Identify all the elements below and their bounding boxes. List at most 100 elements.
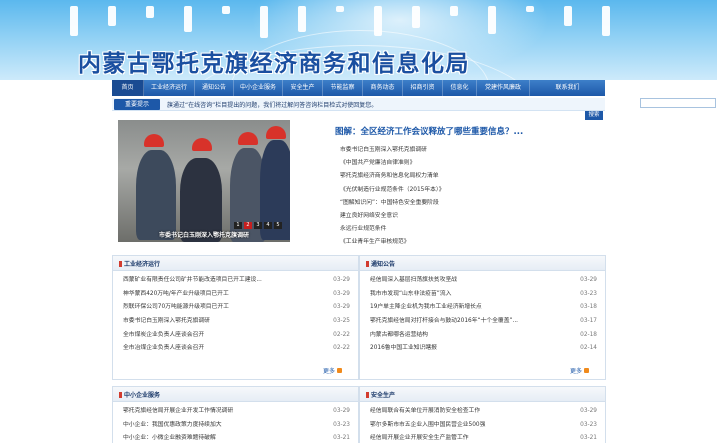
row-title[interactable]: 2016鲁中国工业知识瞎报	[370, 342, 565, 356]
table-row[interactable]: 我市市发现“山东非法疫苗”流入 03-23	[370, 288, 597, 302]
row-date: 03-23	[333, 421, 350, 428]
nav-item-home[interactable]: 首页	[112, 80, 144, 96]
table-row[interactable]: 经信局深入基层扫荡旗扶贫攻坚战 03-29	[370, 274, 597, 288]
row-date: 03-29	[580, 277, 597, 283]
row-date: 03-23	[580, 290, 597, 297]
list-item[interactable]: 《光伏制造行业规范条件（2015年本）》	[340, 184, 600, 197]
row-title[interactable]: 西蒙矿业有限责任公司矿井节能改造项目已开工建设...	[123, 274, 318, 288]
nav-item-informatization[interactable]: 信息化	[443, 80, 477, 96]
row-title[interactable]: 中小企业：小微企业融资难题待破解	[123, 432, 318, 443]
photo-helmet	[266, 126, 286, 139]
list-item[interactable]: 市委书记白玉刚深入鄂托克旗调研	[340, 144, 600, 157]
notice-text: 旗通过“在线咨询”栏目提出的问题，我们将过解问答咨询栏目检式对使回复您。	[167, 102, 378, 109]
photo-helmet	[144, 134, 164, 147]
row-title[interactable]: 经信局深入基层扫荡旗扶贫攻坚战	[370, 274, 565, 288]
header-banner: 内蒙古鄂托克旗经济商务和信息化局	[0, 0, 717, 80]
list-item[interactable]: “图解知识问”：中国特色安全重要阶段	[340, 197, 600, 210]
table-row[interactable]: 鄂尔多斯市市五企业入围中国民营企业500强 03-23	[370, 419, 597, 433]
search-button[interactable]: 搜索	[585, 111, 603, 120]
nav-item-safety[interactable]: 安全生产	[283, 80, 323, 96]
panel-title[interactable]: 中小企业服务	[119, 390, 160, 399]
site-title: 内蒙古鄂托克旗经济商务和信息化局	[78, 51, 470, 77]
table-row[interactable]: 市委书记白玉刚深入鄂托克旗调研 03-25	[123, 315, 350, 329]
row-title[interactable]: 鄂托克旗经信局对打杆接合与鼓动2016年“十个全覆盖”...	[370, 315, 565, 329]
nav-item-industry[interactable]: 工业经济运行	[144, 80, 195, 96]
list-item[interactable]: 《工业青年生产审核规范》	[340, 236, 600, 249]
row-title[interactable]: 鄂尔多斯市市五企业入围中国民营企业500强	[370, 419, 565, 433]
row-date: 03-23	[580, 421, 597, 428]
notice-bar: 重要提示 旗通过“在线咨询”栏目提出的问题，我们将过解问答咨询栏目检式对使回复您…	[112, 98, 716, 111]
row-date: 03-17	[580, 318, 597, 325]
table-row[interactable]: 19户单主降企业机为我市工业经济新增长点 03-18	[370, 301, 597, 315]
row-title[interactable]: 神华蒙西420万吨/年产业升级项目已开工	[123, 288, 318, 302]
nav-item-commerce[interactable]: 商务动态	[363, 80, 403, 96]
table-row[interactable]: 经信局联合有关单位开展消防安全检查工作 03-29	[370, 405, 597, 419]
table-row[interactable]: 西蒙矿业有限责任公司矿井节能改造项目已开工建设... 03-29	[123, 274, 350, 288]
row-date: 03-29	[333, 304, 350, 311]
more-link[interactable]: 更多	[570, 366, 589, 375]
row-date: 03-29	[333, 408, 350, 414]
table-row[interactable]: 经信局开展企业开展安全生产监管工作 03-21	[370, 432, 597, 443]
panel-header: 通知公告	[360, 256, 605, 271]
row-title[interactable]: 19户单主降企业机为我市工业经济新增长点	[370, 301, 565, 315]
slide-dot[interactable]: 3	[254, 222, 262, 229]
feature-list: 市委书记白玉刚深入鄂托克旗调研 《中国共产党廉洁自律准则》 鄂托克旗经济商务和信…	[340, 144, 600, 250]
row-date: 03-29	[580, 408, 597, 414]
panel-safety: 安全生产 经信局联合有关单位开展消防安全检查工作 03-29 鄂尔多斯市市五企业入…	[359, 386, 606, 443]
nav-item-energy[interactable]: 节能监察	[323, 80, 363, 96]
row-date: 02-18	[580, 331, 597, 338]
feature-headline[interactable]: 图解：全区经济工作会议释放了哪些重要信息？...	[335, 125, 523, 137]
row-date: 02-22	[333, 345, 350, 352]
panel-title[interactable]: 通知公告	[366, 259, 395, 268]
list-item[interactable]: 鄂托克旗经济商务和信息化局权力清单	[340, 170, 600, 183]
table-row[interactable]: 神华蒙西420万吨/年产业升级项目已开工 03-29	[123, 288, 350, 302]
row-title[interactable]: 经信局开展企业开展安全生产监管工作	[370, 432, 565, 443]
panel-industry: 工业经济运行 西蒙矿业有限责任公司矿井节能改造项目已开工建设... 03-29 神…	[112, 255, 359, 380]
row-title[interactable]: 中小企业：我国优惠政策力度持续加大	[123, 419, 318, 433]
row-date: 02-22	[333, 331, 350, 338]
feature-photo[interactable]: 1 2 3 4 5 市委书记白玉刚深入鄂托克旗调研	[118, 120, 290, 242]
table-row[interactable]: 全市冶煤企业负责人座谈会召开 02-22	[123, 342, 350, 356]
list-item[interactable]: 《中国共产党廉洁自律准则》	[340, 157, 600, 170]
row-title[interactable]: 鄂托克旗经信局开展企业开发工作情况调研	[123, 405, 318, 419]
row-title[interactable]: 内蒙古都哪各运营结构	[370, 329, 565, 343]
nav-item-party[interactable]: 党建作风廉政	[477, 80, 530, 96]
nav-item-sme[interactable]: 中小企业服务	[234, 80, 283, 96]
nav-item-contact[interactable]: 联系我们	[530, 80, 605, 96]
panel-header: 安全生产	[360, 387, 605, 402]
search-input[interactable]	[640, 98, 716, 108]
panel-header: 工业经济运行	[113, 256, 358, 271]
photo-caption[interactable]: 市委书记白玉刚深入鄂托克旗调研	[118, 230, 290, 242]
table-row[interactable]: 2016鲁中国工业知识瞎报 02-14	[370, 342, 597, 356]
list-item[interactable]: 建立良好网络安全意识	[340, 210, 600, 223]
table-row[interactable]: 内蒙古都哪各运营结构 02-18	[370, 329, 597, 343]
panel-title[interactable]: 安全生产	[366, 390, 395, 399]
slide-dot[interactable]: 4	[264, 222, 272, 229]
panel-title[interactable]: 工业经济运行	[119, 259, 160, 268]
slide-dot[interactable]: 1	[234, 222, 242, 229]
table-row[interactable]: 中小企业：小微企业融资难题待破解 03-21	[123, 432, 350, 443]
row-title[interactable]: 烈联环保公司70万吨能源升级项目已开工	[123, 301, 318, 315]
row-title[interactable]: 全市煤炭企业负责人座谈会召开	[123, 329, 318, 343]
slide-dot[interactable]: 2	[244, 222, 252, 229]
photo-helmet	[238, 132, 258, 145]
row-date: 03-25	[333, 318, 350, 325]
row-title[interactable]: 我市市发现“山东非法疫苗”流入	[370, 288, 565, 302]
row-date: 02-14	[580, 345, 597, 352]
table-row[interactable]: 烈联环保公司70万吨能源升级项目已开工 03-29	[123, 301, 350, 315]
main-nav: 首页 工业经济运行 通知公告 中小企业服务 安全生产 节能监察 商务动态 招商引…	[112, 80, 605, 96]
nav-item-investment[interactable]: 招商引资	[403, 80, 443, 96]
more-link[interactable]: 更多	[323, 366, 342, 375]
table-row[interactable]: 中小企业：我国优惠政策力度持续加大 03-23	[123, 419, 350, 433]
list-item[interactable]: 永远行业规范条件	[340, 223, 600, 236]
nav-item-notices[interactable]: 通知公告	[195, 80, 234, 96]
table-row[interactable]: 鄂托克旗经信局对打杆接合与鼓动2016年“十个全覆盖”... 03-17	[370, 315, 597, 329]
row-title[interactable]: 经信局联合有关单位开展消防安全检查工作	[370, 405, 565, 419]
table-row[interactable]: 全市煤炭企业负责人座谈会召开 02-22	[123, 329, 350, 343]
table-row[interactable]: 鄂托克旗经信局开展企业开发工作情况调研 03-29	[123, 405, 350, 419]
slide-pager: 1 2 3 4 5	[234, 222, 282, 229]
slide-dot[interactable]: 5	[274, 222, 282, 229]
mongolian-script	[70, 6, 610, 42]
row-title[interactable]: 全市冶煤企业负责人座谈会召开	[123, 342, 318, 356]
row-title[interactable]: 市委书记白玉刚深入鄂托克旗调研	[123, 315, 318, 329]
